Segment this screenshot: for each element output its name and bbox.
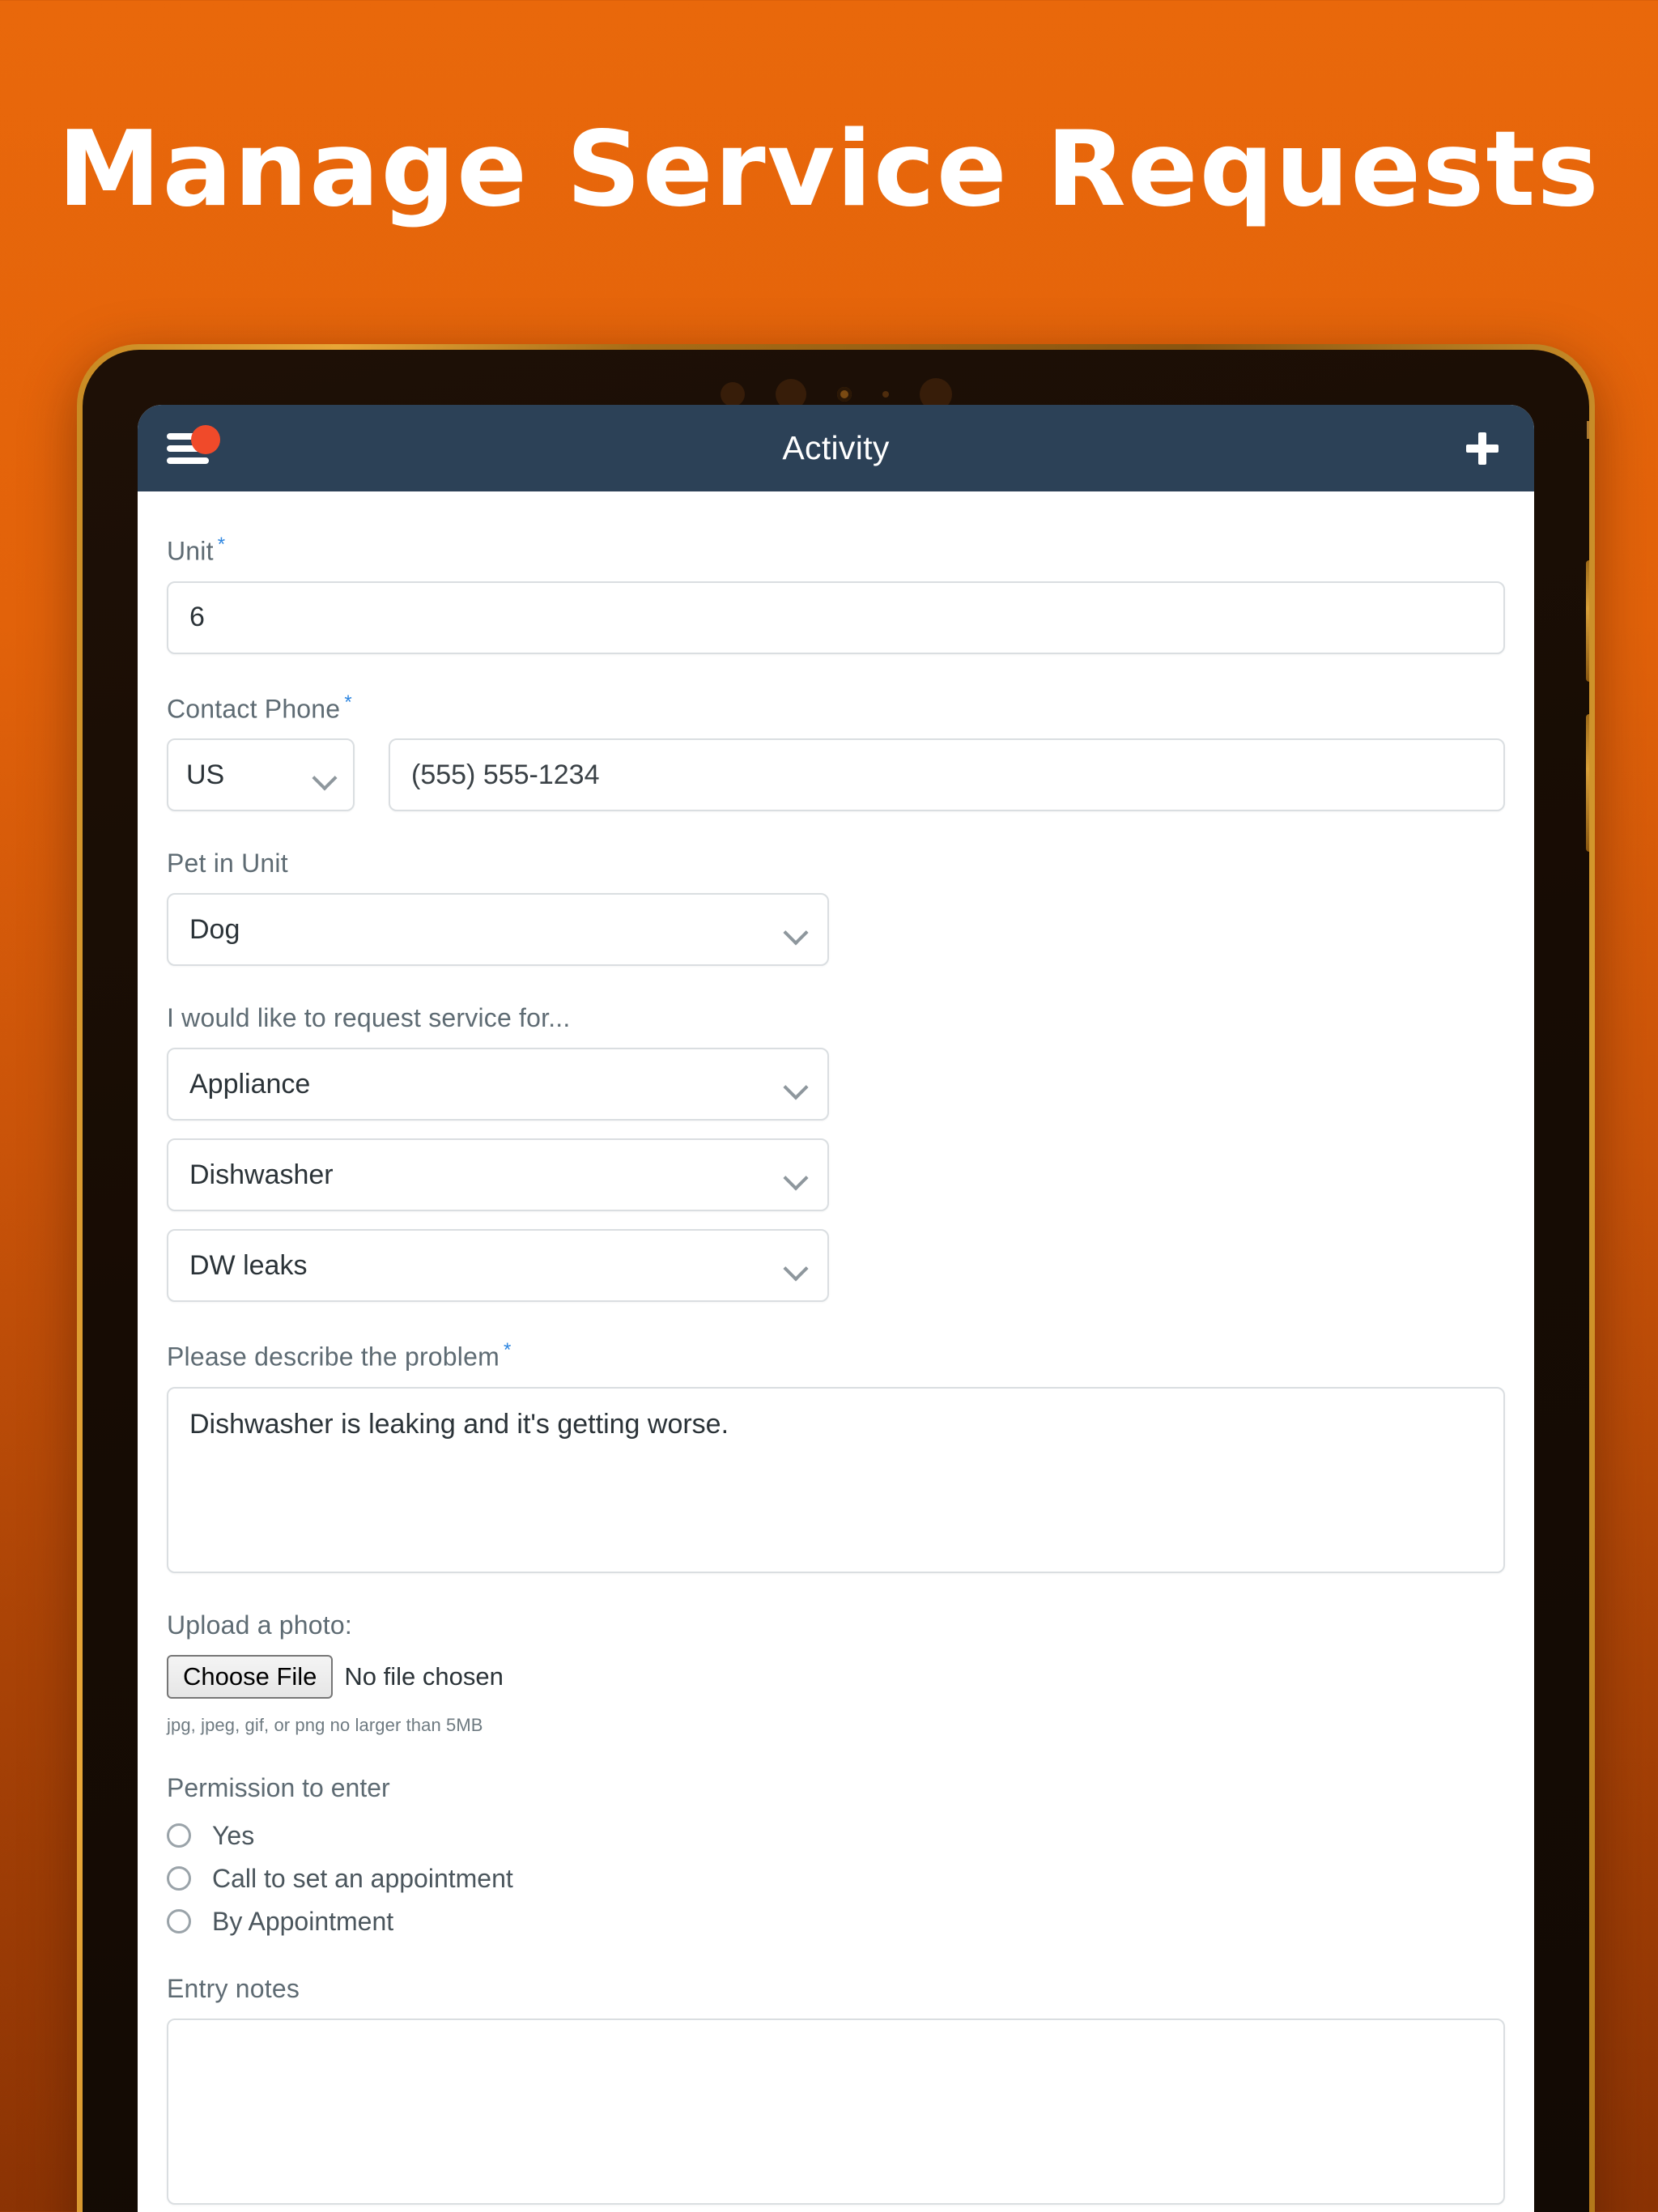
hero-banner: Manage Service Requests — [0, 0, 1658, 340]
radio-label: Call to set an appointment — [212, 1863, 513, 1893]
page-title: Manage Service Requests — [57, 109, 1601, 230]
permission-label: Permission to enter — [167, 1772, 390, 1802]
radio-label: By Appointment — [212, 1906, 394, 1936]
pet-in-unit-label: Pet in Unit — [167, 849, 288, 878]
phone-number-input[interactable]: (555) 555-1234 — [389, 738, 1505, 812]
chevron-down-icon — [785, 1169, 806, 1181]
volume-up-button[interactable] — [1586, 560, 1589, 682]
problem-label: Please describe the problem * — [167, 1339, 1505, 1372]
radio-button-icon[interactable] — [167, 1866, 191, 1891]
required-asterisk: * — [217, 534, 226, 555]
volume-down-button[interactable] — [1586, 714, 1589, 852]
power-button[interactable] — [1587, 421, 1589, 439]
app-title: Activity — [782, 429, 890, 466]
unit-input[interactable]: 6 — [167, 581, 1505, 654]
tablet-bezel: Activity Unit * 6 Contact Phone * US (55… — [83, 350, 1589, 2212]
radio-option-by-appointment[interactable]: By Appointment — [167, 1907, 1505, 1937]
upload-hint-text: jpg, jpeg, gif, or png no larger than 5M… — [167, 1714, 483, 1735]
file-upload-row: Choose File No file chosen — [167, 1654, 1505, 1699]
chevron-down-icon — [785, 1260, 806, 1272]
pet-in-unit-select[interactable]: Dog — [167, 893, 829, 967]
unit-label: Unit * — [167, 534, 1505, 567]
pet-in-unit-field-group: Pet in Unit Dog — [167, 849, 1505, 967]
service-for-label: I would like to request service for... — [167, 1003, 571, 1033]
radio-button-icon[interactable] — [167, 1909, 191, 1934]
tablet-device: Activity Unit * 6 Contact Phone * US (55… — [77, 344, 1595, 2212]
radio-option-call-to-set-an-appointment[interactable]: Call to set an appointment — [167, 1864, 1505, 1894]
radio-option-yes[interactable]: Yes — [167, 1821, 1505, 1851]
microphone-icon — [882, 391, 889, 398]
service-request-form: Unit * 6 Contact Phone * US (555) 555-123 — [138, 491, 1534, 2212]
contact-phone-label-text: Contact Phone — [167, 694, 341, 724]
chevron-down-icon — [785, 924, 806, 936]
service-for-field-group: I would like to request service for... A… — [167, 1003, 1505, 1303]
service-issue-value: DW leaks — [189, 1249, 308, 1281]
hamburger-line — [167, 457, 209, 464]
unit-field-group: Unit * 6 — [167, 534, 1505, 654]
add-request-button[interactable] — [1460, 426, 1505, 471]
problem-label-text: Please describe the problem — [167, 1342, 500, 1372]
permission-field-group: Permission to enter Yes Call to set an a… — [167, 1773, 1505, 1937]
problem-textarea[interactable]: Dishwasher is leaking and it's getting w… — [167, 1386, 1505, 1573]
radio-label: Yes — [212, 1820, 255, 1850]
indicator-led-icon — [836, 387, 852, 402]
entry-notes-label: Entry notes — [167, 1973, 300, 2003]
entry-notes-textarea[interactable] — [167, 2018, 1505, 2205]
unit-label-text: Unit — [167, 536, 214, 566]
file-status-text: No file chosen — [344, 1661, 504, 1691]
pet-in-unit-value: Dog — [189, 913, 240, 945]
required-asterisk: * — [344, 691, 352, 713]
chevron-down-icon — [785, 1078, 806, 1091]
service-item-value: Dishwasher — [189, 1159, 334, 1190]
service-item-select[interactable]: Dishwasher — [167, 1138, 829, 1212]
contact-phone-field-group: Contact Phone * US (555) 555-1234 — [167, 691, 1505, 812]
upload-label: Upload a photo: — [167, 1610, 352, 1640]
notification-badge — [191, 424, 220, 454]
choose-file-button[interactable]: Choose File — [167, 1654, 334, 1699]
phone-row: US (555) 555-1234 — [167, 738, 1505, 812]
chevron-down-icon — [314, 769, 335, 781]
country-code-select[interactable]: US — [167, 738, 355, 812]
entry-notes-field-group: Entry notes — [167, 1974, 1505, 2205]
app-header: Activity — [138, 405, 1534, 491]
radio-button-icon[interactable] — [167, 1823, 191, 1848]
contact-phone-label: Contact Phone * — [167, 691, 1505, 725]
service-category-value: Appliance — [189, 1068, 311, 1100]
country-code-value: US — [186, 759, 225, 790]
app-screen: Activity Unit * 6 Contact Phone * US (55… — [138, 405, 1534, 2212]
menu-button[interactable] — [167, 424, 220, 468]
proximity-sensor-icon — [720, 382, 745, 406]
problem-field-group: Please describe the problem * Dishwasher … — [167, 1339, 1505, 1573]
required-asterisk: * — [503, 1339, 512, 1362]
service-category-select[interactable]: Appliance — [167, 1048, 829, 1121]
service-issue-select[interactable]: DW leaks — [167, 1229, 829, 1303]
upload-field-group: Upload a photo: Choose File No file chos… — [167, 1610, 1505, 1736]
